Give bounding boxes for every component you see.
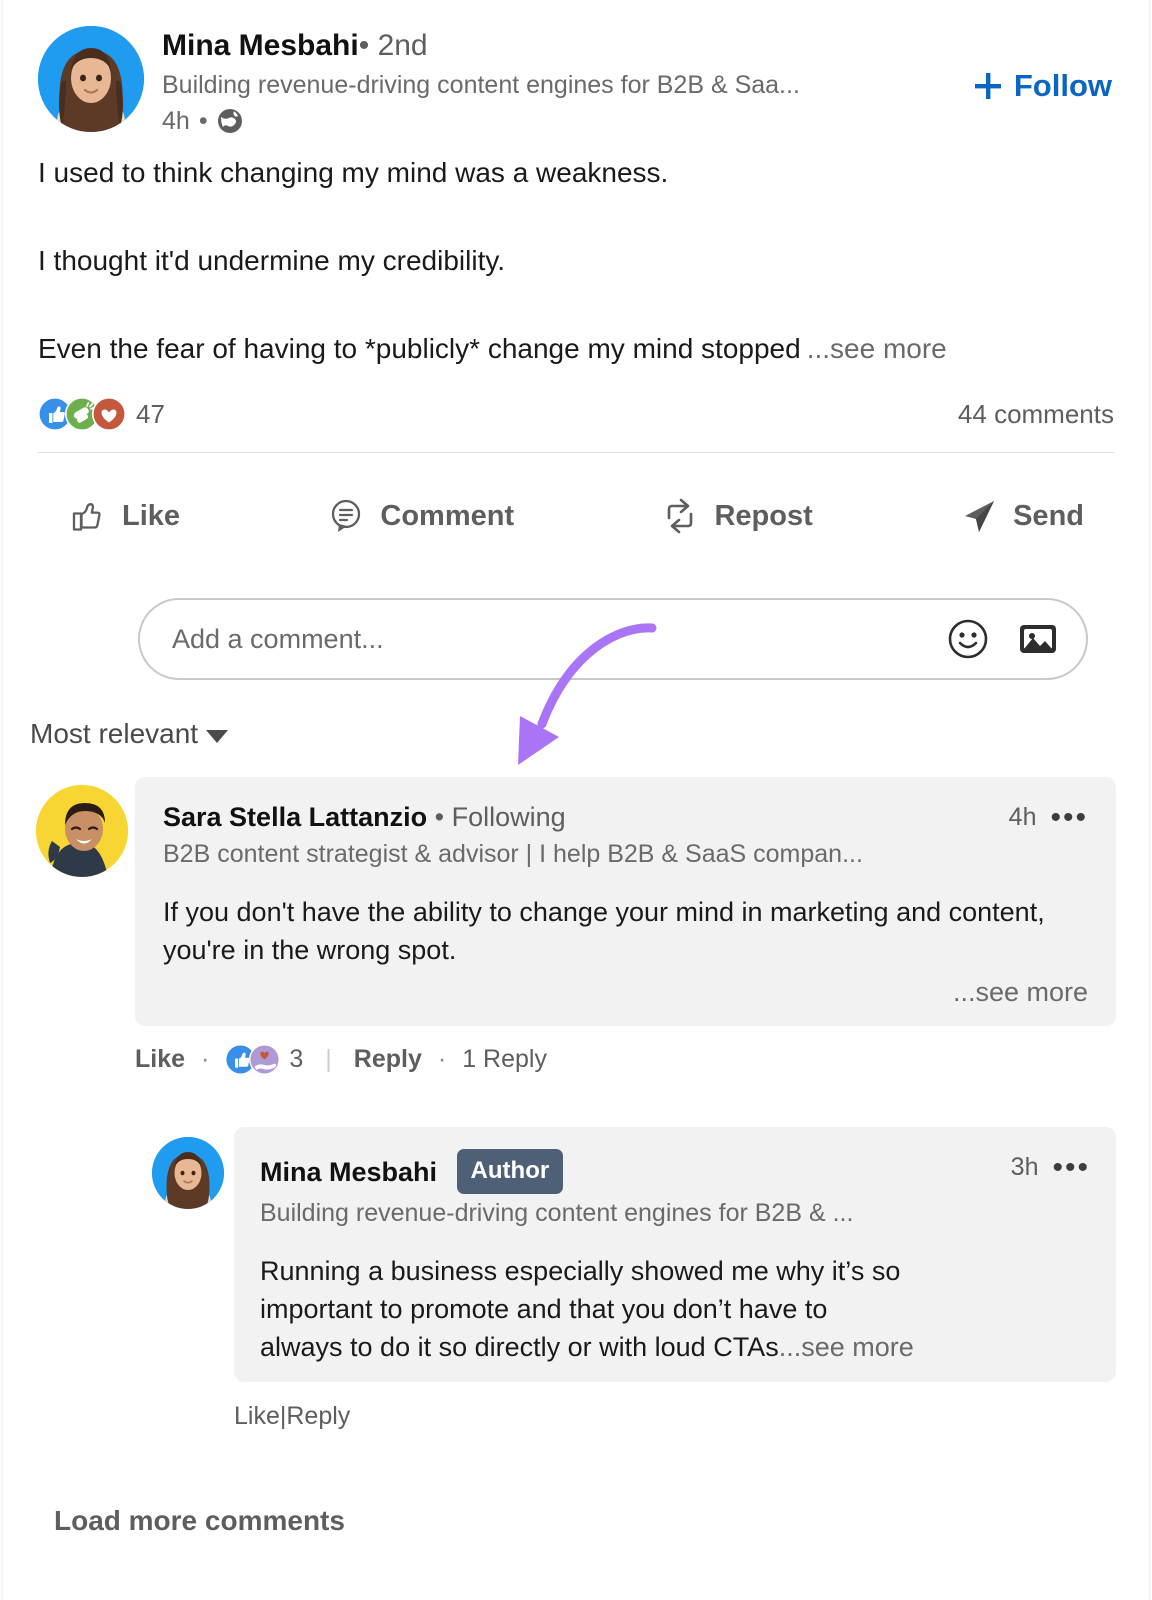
comment-input[interactable] [172,623,944,655]
repost-button[interactable]: Repost [660,496,813,536]
post-see-more-link[interactable]: ...see more [807,331,947,367]
linkedin-post-card: Mina Mesbahi• 2nd Building revenue-drivi… [0,0,1152,1600]
comment-box-icons [944,615,1062,663]
send-button[interactable]: Send [959,496,1084,536]
comment-meta: 4h ••• [1009,799,1088,832]
comment-bubble: Sara Stella Lattanzio • Following 4h •••… [135,777,1116,1026]
reply-author-avatar[interactable] [152,1137,224,1209]
reply-meta: 3h ••• [1011,1149,1090,1182]
post-paragraph-1: I used to think changing my mind was a w… [38,157,669,188]
author-badge: Author [456,1149,564,1194]
comment-item: Sara Stella Lattanzio • Following 4h •••… [36,777,1116,1076]
reply-actions: Like | Reply [234,1402,1116,1431]
comment-timestamp: 4h [1008,803,1037,831]
post-timestamp: 4h [162,107,190,135]
post-paragraph-2: I thought it'd undermine my credibility. [38,245,506,276]
post-meta: 4h • [162,104,934,138]
reply-author-name[interactable]: Mina Mesbahi [260,1157,437,1187]
divider [38,452,1114,453]
reply-text-line-3: always to do it so directly or with loud… [260,1332,779,1362]
reply-see-more-link[interactable]: ...see more [779,1328,914,1366]
comment-author-relationship: Following [451,802,566,832]
thumbs-up-icon [68,496,108,536]
reply-text: Running a business especially showed me … [260,1252,1090,1366]
sort-label: Most relevant [30,718,199,749]
post-author-degree: 2nd [377,29,428,62]
load-more-comments-button[interactable]: Load more comments [54,1505,345,1537]
post-author-avatar[interactable] [38,26,144,132]
support-reaction-icon [249,1043,281,1076]
comment-actions-separator: · [201,1045,210,1073]
emoji-icon[interactable] [944,615,992,663]
globe-icon [217,108,243,134]
reply-author-headline: Building revenue-driving content engines… [260,1199,854,1227]
post-paragraph-3-line: Even the fear of having to *publicly* ch… [38,331,1114,367]
comment-replies-separator: · [437,1045,447,1073]
post-reactions[interactable]: 47 [37,396,165,432]
chevron-down-icon [206,730,229,743]
comment-actions-pipe: | [325,1045,332,1073]
sort-comments-dropdown[interactable]: Most relevant [30,718,229,750]
reply-like-button[interactable]: Like [234,1402,280,1431]
more-options-icon[interactable]: ••• [1050,802,1088,832]
post-author-separator: • [358,29,370,62]
comments-count[interactable]: 44 comments [958,399,1114,430]
love-reaction-icon [91,396,127,432]
reply-author-line: Mina Mesbahi Author [260,1149,564,1194]
like-button-label: Like [122,499,181,532]
repost-icon [660,496,700,536]
post-author-name-line: Mina Mesbahi• 2nd [162,26,934,66]
comment-author-separator: • [434,802,445,832]
comment-reply-button[interactable]: Reply [354,1045,422,1074]
comment-header: Sara Stella Lattanzio • Following 4h ••• [163,799,1088,835]
comment-like-button[interactable]: Like [135,1045,185,1074]
post-action-bar: Like Comment Repost Send [38,478,1114,554]
reply-bubble: Mina Mesbahi Author 3h ••• Building reve… [234,1127,1116,1382]
comment-actions: Like · 3 | Reply · 1 Reply [135,1043,1116,1076]
comment-reaction-icons[interactable] [225,1043,281,1076]
add-comment-box[interactable] [138,598,1088,680]
repost-button-label: Repost [714,499,813,532]
reply-reply-button[interactable]: Reply [286,1402,350,1431]
reply-text-line-3-row: always to do it so directly or with loud… [260,1328,1090,1366]
reply-item: Mina Mesbahi Author 3h ••• Building reve… [152,1127,1116,1431]
post-body: I used to think changing my mind was a w… [38,155,1114,367]
plus-icon [973,71,1003,101]
image-icon[interactable] [1014,615,1062,663]
comment-see-more-link[interactable]: ...see more [953,977,1088,1007]
send-icon [959,496,999,536]
follow-button-label: Follow [1013,68,1112,103]
send-button-label: Send [1013,499,1084,532]
reply-text-line-2: important to promote and that you don’t … [260,1294,828,1324]
card-left-edge [0,0,4,1600]
reply-timestamp: 3h [1010,1153,1039,1181]
comment-author-headline: B2B content strategist & advisor | I hel… [163,840,863,868]
post-author-headline: Building revenue-driving content engines… [162,71,800,99]
comment-author-line: Sara Stella Lattanzio • Following [163,799,566,835]
comment-text: If you don't have the ability to change … [163,897,1045,965]
reaction-icon-stack [37,396,127,432]
comment-button[interactable]: Comment [326,496,514,536]
post-author-name[interactable]: Mina Mesbahi [162,29,359,62]
post-author-info: Mina Mesbahi• 2nd Building revenue-drivi… [162,26,934,138]
comment-replies-count[interactable]: 1 Reply [462,1045,547,1074]
card-right-edge [1148,0,1152,1600]
more-options-icon[interactable]: ••• [1052,1152,1090,1182]
post-paragraph-3: Even the fear of having to *publicly* ch… [38,333,801,364]
comment-bubble-icon [326,496,366,536]
post-meta-separator: • [198,107,208,135]
comment-button-label: Comment [380,499,515,532]
comment-author-name[interactable]: Sara Stella Lattanzio [163,802,427,832]
reply-header: Mina Mesbahi Author 3h ••• [260,1149,1090,1194]
comment-see-more-row: ...see more [163,977,1088,1008]
comment-reaction-count: 3 [289,1045,304,1073]
post-header: Mina Mesbahi• 2nd Building revenue-drivi… [38,18,1114,136]
comment-author-avatar[interactable] [36,785,128,877]
reaction-count: 47 [136,398,165,429]
follow-button[interactable]: Follow [973,68,1112,104]
like-button[interactable]: Like [68,496,180,536]
reply-text-line-1: Running a business especially showed me … [260,1256,901,1286]
social-counts-row: 47 44 comments [37,392,1114,436]
